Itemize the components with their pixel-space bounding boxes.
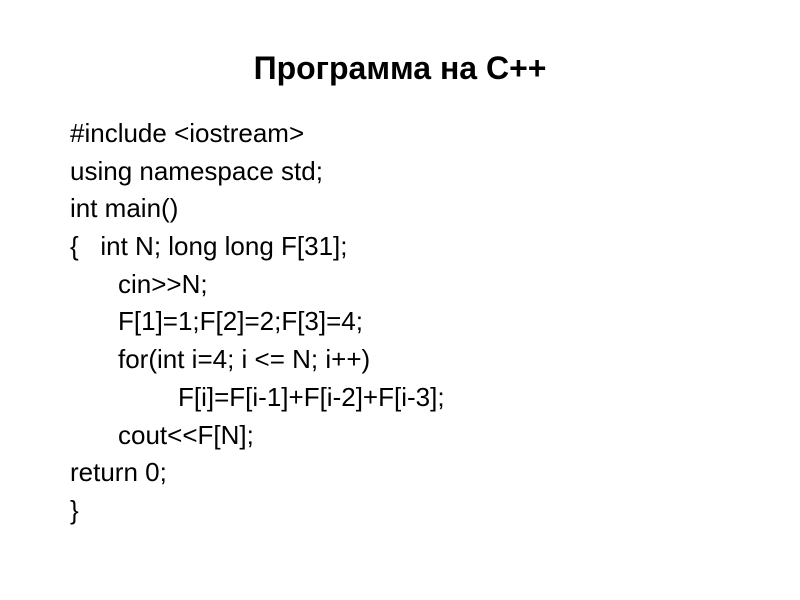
code-line: cin>>N; xyxy=(70,266,730,304)
code-line: for(int i=4; i <= N; i++) xyxy=(70,341,730,379)
code-line: cout<<F[N]; xyxy=(70,417,730,455)
code-line: } xyxy=(70,492,730,530)
code-line: #include <iostream> xyxy=(70,115,730,153)
code-line: int main() xyxy=(70,190,730,228)
code-line: F[i]=F[i-1]+F[i-2]+F[i-3]; xyxy=(70,379,730,417)
slide-container: Программа на С++ #include <iostream> usi… xyxy=(0,0,800,600)
code-block: #include <iostream> using namespace std;… xyxy=(70,115,730,530)
code-line: F[1]=1;F[2]=2;F[3]=4; xyxy=(70,303,730,341)
code-line: { int N; long long F[31]; xyxy=(70,228,730,266)
code-line: using namespace std; xyxy=(70,153,730,191)
code-line: return 0; xyxy=(70,454,730,492)
slide-title: Программа на С++ xyxy=(70,50,730,87)
